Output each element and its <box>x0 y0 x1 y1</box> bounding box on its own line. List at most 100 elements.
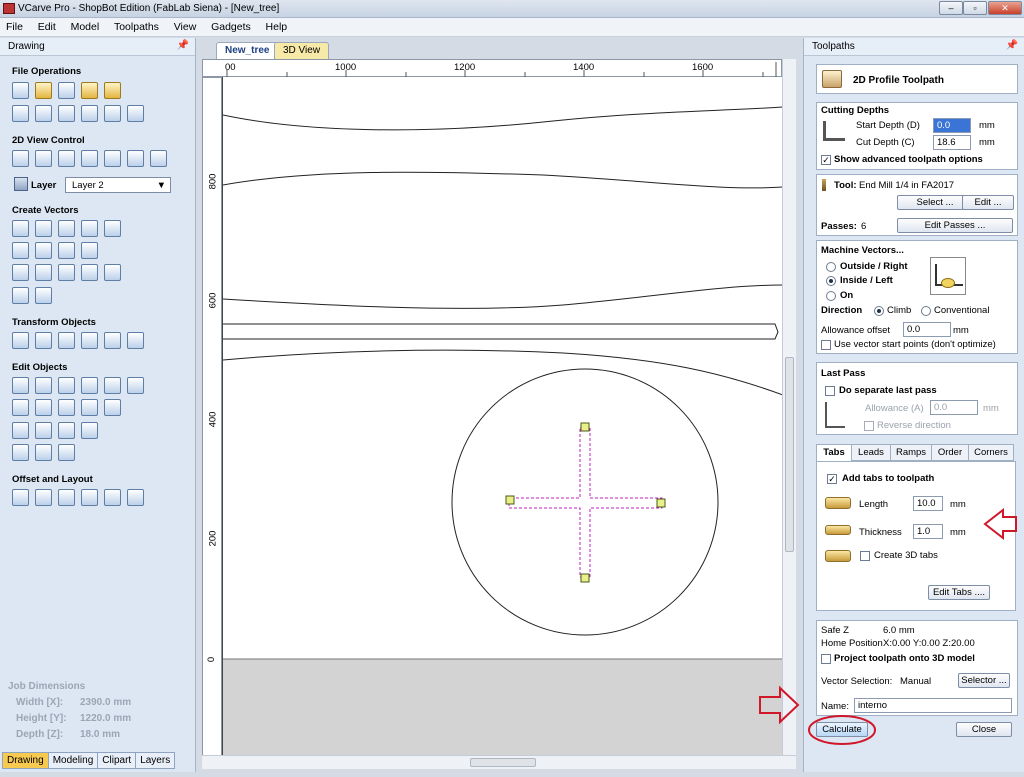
tab-corners[interactable]: Corners <box>968 444 1014 461</box>
fit-curve-icon[interactable] <box>12 444 29 461</box>
paste-icon[interactable] <box>81 105 98 122</box>
tab-new-tree[interactable]: New_tree <box>216 42 279 59</box>
trim-icon[interactable] <box>81 399 98 416</box>
tab-leads[interactable]: Leads <box>851 444 891 461</box>
menu-edit[interactable]: Edit <box>32 18 62 33</box>
circle-vector[interactable] <box>451 368 719 636</box>
tree-curve[interactable] <box>223 171 783 189</box>
vertical-scroll-thumb[interactable] <box>785 357 794 552</box>
direction-arrow-icon[interactable] <box>81 422 98 439</box>
add-tabs-checkbox[interactable]: ✓ <box>827 474 837 484</box>
tab-modeling[interactable]: Modeling <box>47 752 99 769</box>
tree-curve[interactable] <box>223 349 783 396</box>
intersect-icon[interactable] <box>58 399 75 416</box>
conventional-radio[interactable] <box>921 306 931 316</box>
zoom-fit-icon[interactable] <box>58 150 75 167</box>
start-depth-input[interactable]: 0.0 <box>933 118 971 133</box>
text-on-curve-icon[interactable] <box>58 264 75 281</box>
pin-icon[interactable]: 📌 <box>1006 40 1018 51</box>
vertical-scrollbar[interactable] <box>782 59 796 769</box>
menu-toolpaths[interactable]: Toolpaths <box>108 18 165 33</box>
last-pass-allowance-input[interactable]: 0.0 <box>930 400 978 415</box>
zoom-out-icon[interactable] <box>127 150 144 167</box>
cross-selected-vector[interactable] <box>508 427 663 578</box>
separate-last-pass-checkbox[interactable] <box>825 386 835 396</box>
tab-tabs[interactable]: Tabs <box>816 444 852 462</box>
create-3d-tabs-checkbox[interactable] <box>860 551 870 561</box>
ungroup-icon[interactable] <box>104 377 121 394</box>
corner-icon[interactable] <box>58 444 75 461</box>
save-as-icon[interactable] <box>81 82 98 99</box>
tab-marker[interactable] <box>580 573 590 583</box>
horizontal-scrollbar[interactable] <box>202 755 796 769</box>
polyline-tool-icon[interactable] <box>12 242 29 259</box>
mirror-icon[interactable] <box>81 332 98 349</box>
node-edit-icon[interactable] <box>35 377 52 394</box>
open-file-icon[interactable] <box>35 82 52 99</box>
new-file-icon[interactable] <box>12 82 29 99</box>
distort-icon[interactable] <box>104 332 121 349</box>
cut-icon[interactable] <box>35 105 52 122</box>
project-3d-checkbox[interactable] <box>821 654 831 664</box>
auto-layout-text-icon[interactable] <box>81 264 98 281</box>
extend-icon[interactable] <box>35 444 52 461</box>
redo-icon[interactable] <box>127 105 144 122</box>
edit-passes-button[interactable]: Edit Passes ... <box>897 218 1013 233</box>
ellipse-tool-icon[interactable] <box>35 220 52 237</box>
edit-tool-button[interactable]: Edit ... <box>962 195 1014 210</box>
reverse-direction-checkbox[interactable] <box>864 421 874 431</box>
maximize-button[interactable]: ▫ <box>963 1 987 15</box>
menu-file[interactable]: File <box>0 18 29 33</box>
selector-button[interactable]: Selector ... <box>958 673 1010 688</box>
pin-icon[interactable]: 📌 <box>177 40 189 51</box>
array-copy-icon[interactable] <box>35 489 52 506</box>
align-icon[interactable] <box>127 332 144 349</box>
text-tool-icon[interactable] <box>12 264 29 281</box>
pan-icon[interactable] <box>12 150 29 167</box>
tab-ramps[interactable]: Ramps <box>890 444 932 461</box>
preview-icon[interactable] <box>150 150 167 167</box>
climb-radio[interactable] <box>874 306 884 316</box>
edit-tabs-button[interactable]: Edit Tabs .... <box>928 585 990 600</box>
tab-marker[interactable] <box>505 495 515 505</box>
fillet-tool-icon[interactable] <box>12 287 29 304</box>
trunk-shape[interactable] <box>223 323 779 340</box>
open-vector-icon[interactable] <box>12 422 29 439</box>
weld-icon[interactable] <box>12 399 29 416</box>
close-button[interactable]: Close <box>956 722 1012 737</box>
allowance-offset-input[interactable]: 0.0 <box>903 322 951 337</box>
tab-layers[interactable]: Layers <box>135 752 176 769</box>
on-radio[interactable] <box>826 291 836 301</box>
scale-icon[interactable] <box>35 332 52 349</box>
curve-tool-icon[interactable] <box>35 242 52 259</box>
zoom-selection-icon[interactable] <box>81 150 98 167</box>
nesting-icon[interactable] <box>104 489 121 506</box>
circle-tool-icon[interactable] <box>12 220 29 237</box>
close-vector-icon[interactable] <box>35 422 52 439</box>
import-icon[interactable] <box>104 82 121 99</box>
zoom-icon[interactable] <box>35 150 52 167</box>
layer-dropdown[interactable]: Layer 2 ▼ <box>65 177 171 193</box>
star-tool-icon[interactable] <box>104 220 121 237</box>
drawing-canvas[interactable] <box>222 77 783 767</box>
tab-order[interactable]: Order <box>931 444 969 461</box>
rotate-icon[interactable] <box>58 332 75 349</box>
minimize-button[interactable]: – <box>939 1 963 15</box>
undo-icon[interactable] <box>104 105 121 122</box>
select-icon[interactable] <box>12 105 29 122</box>
tab-3d-view[interactable]: 3D View <box>274 42 330 59</box>
subtract-icon[interactable] <box>35 399 52 416</box>
tree-curve[interactable] <box>223 106 783 131</box>
offset-icon[interactable] <box>12 489 29 506</box>
tab-marker[interactable] <box>656 498 666 508</box>
spline-tool-icon[interactable] <box>58 242 75 259</box>
close-window-button[interactable]: ✕ <box>988 1 1022 15</box>
menu-view[interactable]: View <box>168 18 203 33</box>
calculate-button[interactable]: Calculate <box>816 722 868 737</box>
spiral-tool-icon[interactable] <box>81 242 98 259</box>
join-icon[interactable] <box>127 377 144 394</box>
group-icon[interactable] <box>81 377 98 394</box>
menu-model[interactable]: Model <box>65 18 106 33</box>
copy-icon[interactable] <box>58 105 75 122</box>
menu-gadgets[interactable]: Gadgets <box>205 18 257 33</box>
